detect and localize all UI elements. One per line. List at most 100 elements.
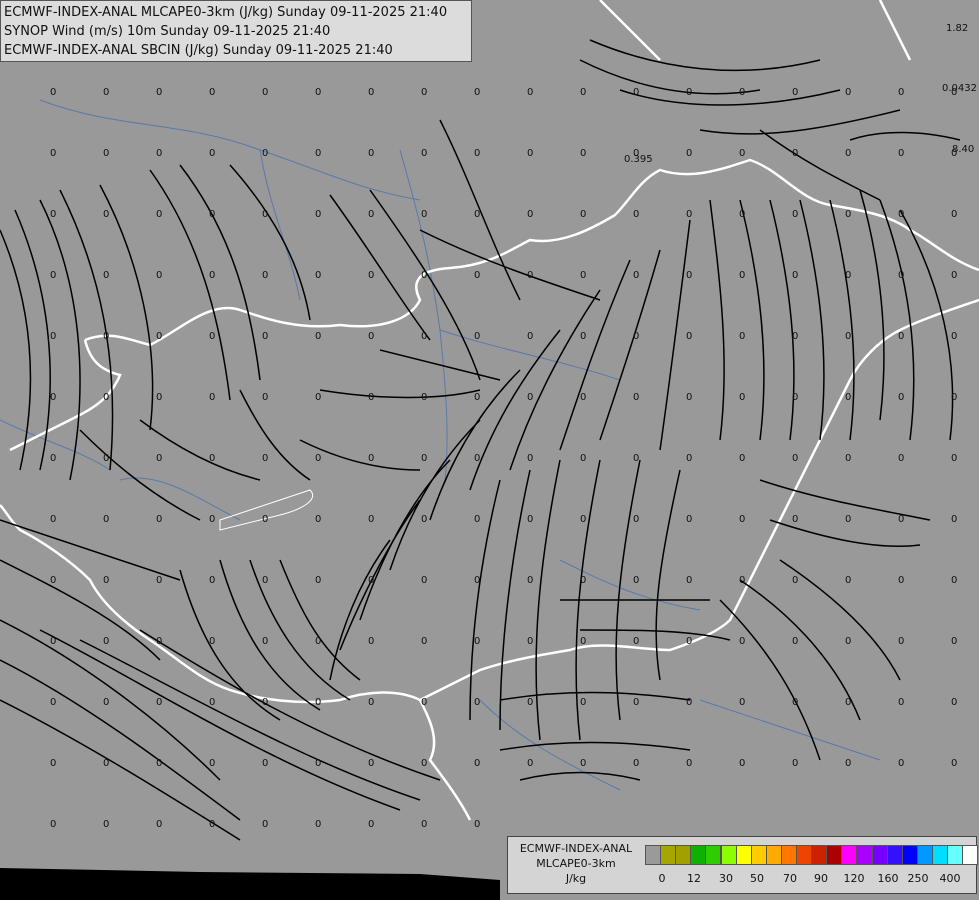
value-label: 0	[262, 392, 268, 403]
value-label: 0	[951, 636, 957, 647]
value-label: 0	[262, 331, 268, 342]
value-label: 0	[633, 758, 639, 769]
value-label: 0	[792, 758, 798, 769]
value-label: 0	[156, 148, 162, 159]
legend-tick: 50	[750, 872, 764, 885]
value-label: 0	[792, 697, 798, 708]
value-label: 0	[50, 758, 56, 769]
value-label: 0	[739, 758, 745, 769]
value-label: 0	[156, 514, 162, 525]
value-label: 0	[421, 331, 427, 342]
value-label: 0	[580, 758, 586, 769]
value-label: 0	[262, 514, 268, 525]
value-label: 0	[315, 453, 321, 464]
value-label: 0	[845, 636, 851, 647]
value-label: 0	[739, 392, 745, 403]
value-label: 0.0432	[942, 83, 977, 94]
value-label: 0	[898, 270, 904, 281]
value-label: 0	[156, 758, 162, 769]
value-label: 0	[527, 331, 533, 342]
value-label: 0	[262, 453, 268, 464]
value-label: 0	[315, 514, 321, 525]
legend-tick: 400	[939, 872, 961, 885]
legend-tick: 160	[877, 872, 899, 885]
legend-tick: 70	[783, 872, 797, 885]
value-label: 0	[421, 148, 427, 159]
legend-swatch	[735, 845, 752, 865]
value-label: 0	[580, 514, 586, 525]
legend-swatch	[947, 845, 963, 865]
value-label: 0	[474, 636, 480, 647]
value-label: 0	[156, 453, 162, 464]
value-label: 0	[845, 453, 851, 464]
value-label: 0	[156, 331, 162, 342]
legend-tick: 120	[843, 872, 865, 885]
value-label: 0	[686, 209, 692, 220]
value-label: 0	[103, 697, 109, 708]
value-label: 0	[50, 453, 56, 464]
value-label: 0	[845, 758, 851, 769]
value-label: 0	[527, 575, 533, 586]
value-label: 0	[633, 514, 639, 525]
value-label: 0	[50, 697, 56, 708]
value-label: 0	[951, 270, 957, 281]
value-label: 0	[156, 697, 162, 708]
value-label: 0	[474, 514, 480, 525]
value-label: 0	[103, 453, 109, 464]
legend-swatch	[931, 845, 948, 865]
value-label: 0	[262, 575, 268, 586]
legend-title-line1: ECMWF-INDEX-ANAL	[519, 842, 633, 855]
legend-swatch	[962, 845, 979, 865]
value-label: 0	[209, 514, 215, 525]
legend-swatch	[841, 845, 858, 865]
legend-swatch	[660, 845, 677, 865]
value-label: 0	[209, 758, 215, 769]
weather-map: 0 0 0 0 0 0 0 0 0 0 0 0 0 0 0 0 0 0 0 0 0 0 0 0 0 0 0 0 0 0 0 0 0 0 0 0 0 0 0 0…	[0, 0, 979, 900]
value-label: 0	[580, 575, 586, 586]
value-label: 0	[315, 392, 321, 403]
value-label: 0	[156, 270, 162, 281]
value-label: 0	[792, 209, 798, 220]
value-label: 0	[686, 697, 692, 708]
value-label: 0	[792, 514, 798, 525]
value-label: 0	[633, 392, 639, 403]
value-label: 0	[951, 758, 957, 769]
value-label: 0	[315, 148, 321, 159]
legend-swatch	[826, 845, 843, 865]
legend-tick: 250	[907, 872, 929, 885]
value-label: 0	[315, 575, 321, 586]
value-label: 0	[368, 697, 374, 708]
value-label: 0	[103, 270, 109, 281]
value-label: 0	[262, 209, 268, 220]
value-label: 0	[421, 636, 427, 647]
value-label: 0	[633, 697, 639, 708]
value-label: 0	[845, 270, 851, 281]
value-label: 0	[633, 636, 639, 647]
value-label: 0	[262, 636, 268, 647]
value-label: 0	[739, 575, 745, 586]
value-label: 0	[686, 392, 692, 403]
legend-swatch	[796, 845, 812, 865]
value-label: 0	[315, 636, 321, 647]
value-label: 0	[686, 270, 692, 281]
value-label: 0	[845, 87, 851, 98]
value-label: 0	[633, 270, 639, 281]
value-label: 0	[845, 697, 851, 708]
value-label: 0	[474, 758, 480, 769]
value-label: 0	[368, 331, 374, 342]
value-label: 0	[580, 270, 586, 281]
value-label: 0	[951, 575, 957, 586]
value-label: 0	[792, 453, 798, 464]
value-label: 0	[103, 575, 109, 586]
map-title-box: ECMWF-INDEX-ANAL MLCAPE0-3km (J/kg) Sund…	[0, 0, 472, 62]
title-line-cin: ECMWF-INDEX-ANAL SBCIN (J/kg) Sunday 09-…	[4, 43, 393, 58]
value-label: 0	[527, 148, 533, 159]
value-label: 0	[368, 270, 374, 281]
value-label: 0	[421, 209, 427, 220]
value-label: 0	[527, 514, 533, 525]
value-label: 0	[792, 270, 798, 281]
value-label: 0	[368, 819, 374, 830]
value-label: 0	[580, 87, 586, 98]
value-label: 0	[209, 331, 215, 342]
value-label: 0	[421, 453, 427, 464]
